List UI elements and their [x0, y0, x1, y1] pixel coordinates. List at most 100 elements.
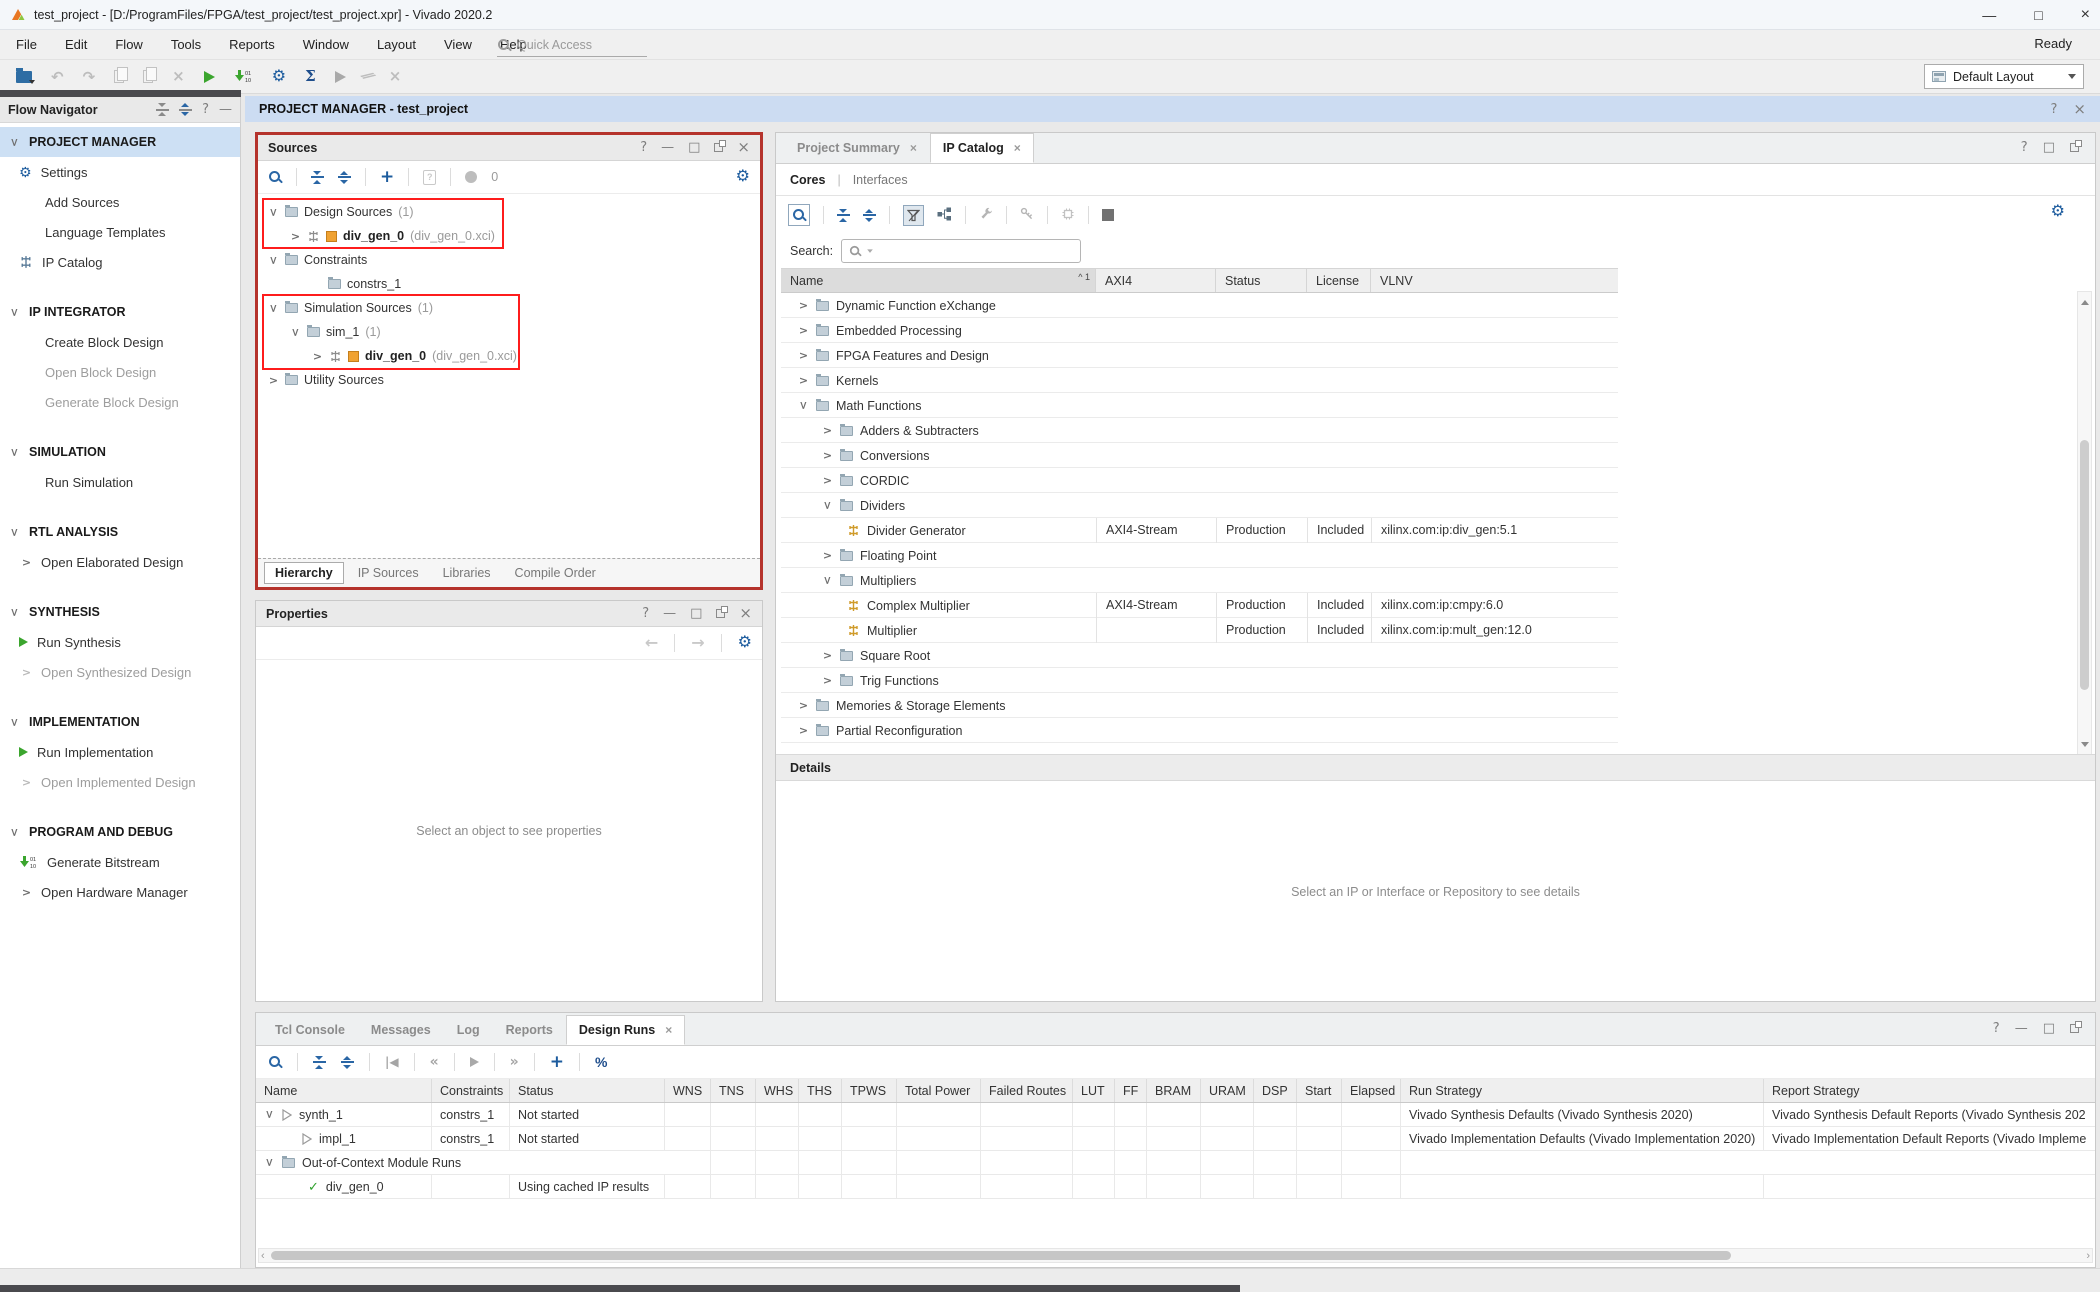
chevron-right-icon[interactable] [798, 350, 809, 361]
menu-tools[interactable]: Tools [171, 37, 201, 52]
close-button[interactable]: × [2081, 6, 2090, 24]
sidebar-section-simulation[interactable]: SIMULATION [0, 437, 240, 467]
gear-icon[interactable] [738, 635, 752, 651]
expand-all-icon[interactable] [341, 1056, 354, 1069]
gear-icon[interactable] [2051, 204, 2065, 220]
collapse-all-icon[interactable] [156, 103, 169, 116]
maximize-button[interactable]: □ [2034, 7, 2042, 23]
minimize-panel-icon[interactable]: — [219, 103, 232, 116]
menu-window[interactable]: Window [303, 37, 349, 52]
minimize-panel-icon[interactable]: — [661, 141, 674, 154]
scroll-right-icon[interactable]: › [2086, 1250, 2090, 1262]
tree-row[interactable]: Embedded Processing [781, 318, 1618, 343]
help-icon[interactable]: ? [1993, 1022, 2000, 1035]
tab-reports[interactable]: Reports [493, 1015, 566, 1045]
column-uram[interactable]: URAM [1201, 1079, 1254, 1102]
tree-row-multipliers[interactable]: Multipliers [781, 568, 1618, 593]
sidebar-section-program-and-debug[interactable]: PROGRAM AND DEBUG [0, 817, 240, 847]
column-bram[interactable]: BRAM [1147, 1079, 1201, 1102]
tree-row-simulation-sources[interactable]: Simulation Sources(1) [258, 296, 760, 320]
maximize-panel-icon[interactable]: □ [2043, 1022, 2055, 1035]
delete-icon[interactable]: × [172, 69, 185, 84]
help-icon[interactable]: ? [2051, 103, 2058, 116]
collapse-all-icon[interactable] [837, 209, 850, 222]
column-run-strategy[interactable]: Run Strategy [1401, 1079, 1764, 1102]
tree-row[interactable]: Conversions [781, 443, 1618, 468]
close-icon[interactable]: × [2073, 102, 2086, 117]
collapse-all-icon[interactable] [311, 171, 324, 184]
column-start[interactable]: Start [1297, 1079, 1342, 1102]
tree-row[interactable]: CORDIC [781, 468, 1618, 493]
float-panel-icon[interactable] [2070, 143, 2079, 152]
sidebar-item-language-templates[interactable]: Language Templates [0, 217, 240, 247]
tab-design-runs[interactable]: Design Runs× [566, 1015, 685, 1045]
maximize-panel-icon[interactable]: □ [690, 607, 702, 620]
gear-icon[interactable] [736, 169, 750, 185]
menu-edit[interactable]: Edit [65, 37, 87, 52]
sidebar-section-implementation[interactable]: IMPLEMENTATION [0, 707, 240, 737]
column-vlnv[interactable]: VLNV [1371, 269, 1618, 292]
sidebar-item-open-elaborated-design[interactable]: Open Elaborated Design [0, 547, 240, 577]
sidebar-section-project-manager[interactable]: PROJECT MANAGER [0, 127, 240, 157]
column-tns[interactable]: TNS [711, 1079, 756, 1102]
chevron-right-icon[interactable] [822, 550, 833, 561]
table-row-impl-1[interactable]: impl_1 constrs_1 Not started Vivado Impl… [256, 1127, 2095, 1151]
generate-bitstream-icon[interactable]: 0110 [234, 69, 253, 84]
tree-row[interactable]: Floating Point [781, 543, 1618, 568]
sidebar-item-run-synthesis[interactable]: Run Synthesis [0, 627, 240, 657]
quick-access-input[interactable]: Quick Access [497, 33, 647, 57]
tree-row[interactable]: Memories & Storage Elements [781, 693, 1618, 718]
menu-reports[interactable]: Reports [229, 37, 275, 52]
tab-libraries[interactable]: Libraries [433, 563, 501, 583]
sidebar-section-rtl-analysis[interactable]: RTL ANALYSIS [0, 517, 240, 547]
help-icon[interactable]: ? [202, 103, 209, 116]
column-total-power[interactable]: Total Power [897, 1079, 981, 1102]
tree-row-divider-generator[interactable]: Divider Generator AXI4-Stream Production… [781, 518, 1618, 543]
tree-row-utility-sources[interactable]: Utility Sources [258, 368, 760, 392]
sidebar-section-synthesis[interactable]: SYNTHESIS [0, 597, 240, 627]
column-axi4[interactable]: AXI4 [1096, 269, 1216, 292]
sidebar-item-generate-bitstream[interactable]: 0110Generate Bitstream [0, 847, 240, 877]
sidebar-item-settings[interactable]: Settings [0, 157, 240, 187]
float-panel-icon[interactable] [716, 609, 725, 618]
maximize-panel-icon[interactable]: □ [688, 141, 700, 154]
undo-icon[interactable] [51, 68, 64, 86]
run-icon[interactable] [204, 71, 215, 83]
close-panel-icon[interactable]: × [737, 140, 750, 155]
tree-row-multiplier[interactable]: Multiplier Production Included xilinx.co… [781, 618, 1618, 643]
table-row-div-gen-0[interactable]: div_gen_0 Using cached IP results [256, 1175, 2095, 1199]
chevron-down-icon[interactable] [264, 1109, 275, 1120]
tab-compile-order[interactable]: Compile Order [505, 563, 606, 583]
search-icon[interactable] [268, 1055, 282, 1069]
sidebar-item-open-hardware-manager[interactable]: Open Hardware Manager [0, 877, 240, 907]
tree-row[interactable]: Adders & Subtracters [781, 418, 1618, 443]
column-whs[interactable]: WHS [756, 1079, 799, 1102]
column-lut[interactable]: LUT [1073, 1079, 1115, 1102]
chevron-down-icon[interactable] [268, 207, 279, 218]
minimize-panel-icon[interactable]: — [663, 607, 676, 620]
maximize-panel-icon[interactable]: □ [2043, 141, 2055, 154]
tree-row-constrs-1[interactable]: constrs_1 [258, 272, 760, 296]
close-icon[interactable]: × [665, 1023, 672, 1037]
minimize-panel-icon[interactable]: — [2015, 1022, 2028, 1035]
ip-search-input[interactable] [841, 239, 1081, 263]
float-panel-icon[interactable] [2070, 1024, 2079, 1033]
scroll-down-icon[interactable] [2081, 742, 2089, 751]
chevron-right-icon[interactable] [798, 725, 809, 736]
tree-row[interactable]: Kernels [781, 368, 1618, 393]
sidebar-section-ip-integrator[interactable]: IP INTEGRATOR [0, 297, 240, 327]
help-icon[interactable]: ? [2021, 141, 2028, 154]
chevron-down-icon[interactable] [798, 400, 809, 411]
chevron-right-icon[interactable] [822, 450, 833, 461]
copy-icon[interactable] [114, 70, 124, 83]
tab-tcl-console[interactable]: Tcl Console [262, 1015, 358, 1045]
float-panel-icon[interactable] [714, 143, 723, 152]
subtab-interfaces[interactable]: Interfaces [853, 173, 908, 187]
column-elapsed[interactable]: Elapsed [1342, 1079, 1401, 1102]
chevron-right-icon[interactable] [798, 325, 809, 336]
expand-all-icon[interactable] [338, 171, 351, 184]
column-license[interactable]: License [1307, 269, 1371, 292]
scroll-left-icon[interactable]: ‹ [261, 1250, 265, 1262]
scroll-up-icon[interactable] [2081, 296, 2089, 305]
menu-flow[interactable]: Flow [115, 37, 142, 52]
